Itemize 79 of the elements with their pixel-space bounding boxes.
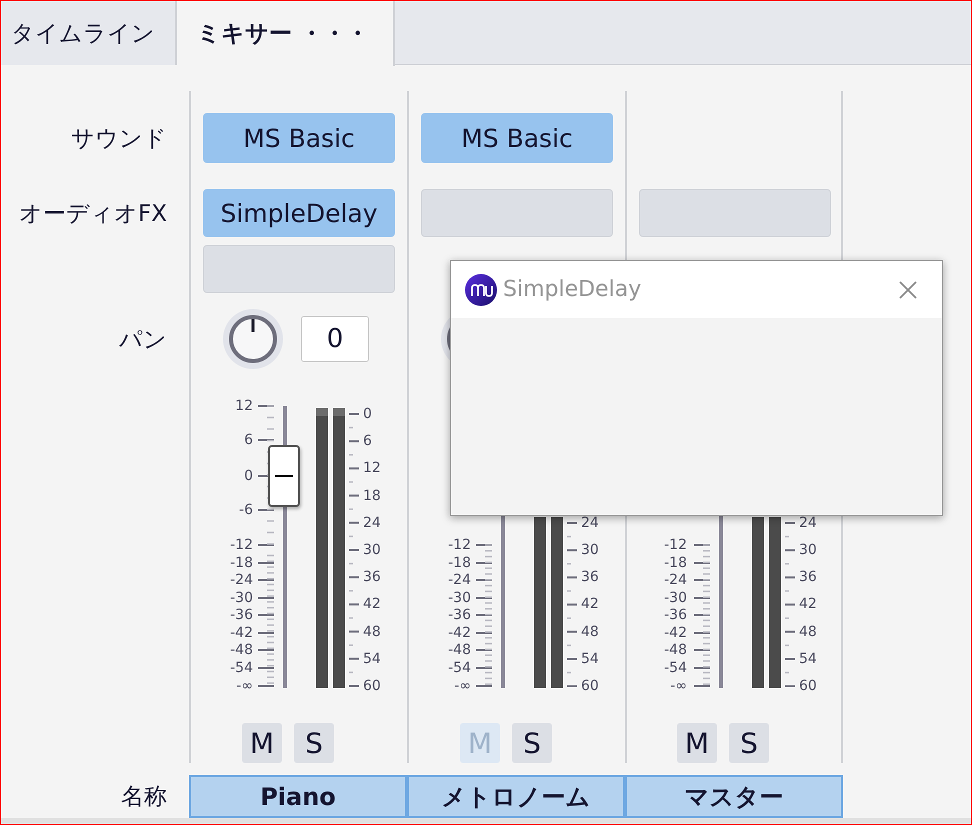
- meter-scale-label: 48: [363, 624, 381, 639]
- fader-scale-label: -6: [239, 501, 253, 519]
- fader-scale-label: -54: [664, 659, 687, 677]
- meter-scale-label: 24: [363, 516, 381, 530]
- fader-scale-label: -18: [664, 554, 687, 572]
- channel-name[interactable]: Piano: [189, 775, 407, 818]
- fader-scale-label: 12: [235, 397, 253, 415]
- meter-scale-label: 60: [799, 679, 817, 693]
- meter-scale-label: 0: [363, 407, 372, 421]
- pan-value-field[interactable]: 0: [301, 316, 369, 362]
- fader-scale-label: -48: [230, 641, 253, 659]
- meter-scale-label: 30: [581, 543, 599, 557]
- close-icon[interactable]: [898, 280, 918, 300]
- fader-handle[interactable]: [268, 445, 300, 507]
- fader-scale-label: -42: [230, 624, 253, 642]
- meter-scale-label: 30: [799, 543, 817, 557]
- tab[interactable]: ミキサー ・・・: [177, 1, 396, 66]
- fader-scale-label: -24: [448, 571, 471, 589]
- fader-scale-label: -42: [448, 624, 471, 642]
- solo-button[interactable]: S: [729, 723, 769, 763]
- meter-scale-label: 54: [799, 652, 817, 666]
- effect-slot[interactable]: SimpleDelay: [203, 189, 395, 237]
- meter-scale-label: 36: [363, 570, 381, 584]
- meter-scale-label: 42: [363, 597, 381, 612]
- app-logo-icon: [465, 274, 497, 306]
- fader-scale-label: -∞: [236, 677, 253, 695]
- solo-button[interactable]: S: [294, 723, 334, 763]
- fader-scale-label: -∞: [670, 677, 687, 695]
- meter-scale-label: 42: [799, 597, 817, 612]
- tab[interactable]: タイムライン: [1, 1, 177, 65]
- fader-scale-label: -54: [448, 659, 471, 677]
- meter-scale-label: 18: [363, 488, 381, 503]
- fader-scale-label: -12: [448, 536, 471, 554]
- row-label: サウンド: [71, 125, 167, 154]
- fader-scale-label: -18: [448, 554, 471, 572]
- fader-scale-label: -42: [664, 624, 687, 642]
- fader-scale-label: -48: [664, 641, 687, 659]
- row-label: パン: [119, 326, 167, 354]
- fader-scale-label: -18: [230, 554, 253, 572]
- sound-button[interactable]: MS Basic: [421, 113, 613, 163]
- fader-scale-label: -30: [664, 589, 687, 607]
- meter-scale-label: 54: [581, 652, 599, 666]
- meter-scale-label: 24: [581, 516, 599, 530]
- meter-scale-label: 60: [581, 679, 599, 693]
- meter-scale-label: 30: [363, 543, 381, 557]
- fader-scale-label: -24: [230, 571, 253, 589]
- fader-scale-label: -30: [230, 589, 253, 607]
- mute-button[interactable]: M: [677, 723, 717, 763]
- fader-scale-label: -∞: [454, 677, 471, 695]
- fader-scale-label: -30: [448, 589, 471, 607]
- meter-scale-label: 24: [799, 516, 817, 530]
- meter-scale-label: 48: [581, 624, 599, 639]
- meter-scale-label: 36: [581, 570, 599, 584]
- meter-scale-label: 48: [799, 624, 817, 639]
- fader-scale-label: -12: [230, 536, 253, 554]
- fader-scale-label: -48: [448, 641, 471, 659]
- window-title: SimpleDelay: [503, 277, 642, 302]
- meter-scale-label: 54: [363, 652, 381, 666]
- fader-scale-label: -36: [664, 606, 687, 624]
- fader-scale-label: 0: [244, 467, 253, 485]
- meter-scale-label: 6: [363, 434, 372, 448]
- pan-knob[interactable]: [221, 307, 285, 371]
- row-label: オーディオFX: [19, 200, 167, 228]
- meter-scale-label: 60: [363, 679, 381, 693]
- fader-scale-label: -12: [664, 536, 687, 554]
- fader-scale-label: -54: [230, 659, 253, 677]
- fader-scale-label: -36: [230, 606, 253, 624]
- solo-button[interactable]: S: [512, 723, 552, 763]
- fader-scale-label: -36: [448, 606, 471, 624]
- mute-button[interactable]: M: [242, 723, 282, 763]
- row-label: 名称: [121, 783, 167, 812]
- fader-scale-label: -24: [664, 571, 687, 589]
- meter-scale-label: 12: [363, 461, 381, 476]
- meter-scale-label: 42: [581, 597, 599, 612]
- sound-button[interactable]: MS Basic: [203, 113, 395, 163]
- meter-scale-label: 36: [799, 570, 817, 584]
- channel-name[interactable]: マスター: [625, 775, 843, 818]
- fader-scale-label: 6: [244, 431, 253, 449]
- channel-name[interactable]: メトロノーム: [407, 775, 625, 818]
